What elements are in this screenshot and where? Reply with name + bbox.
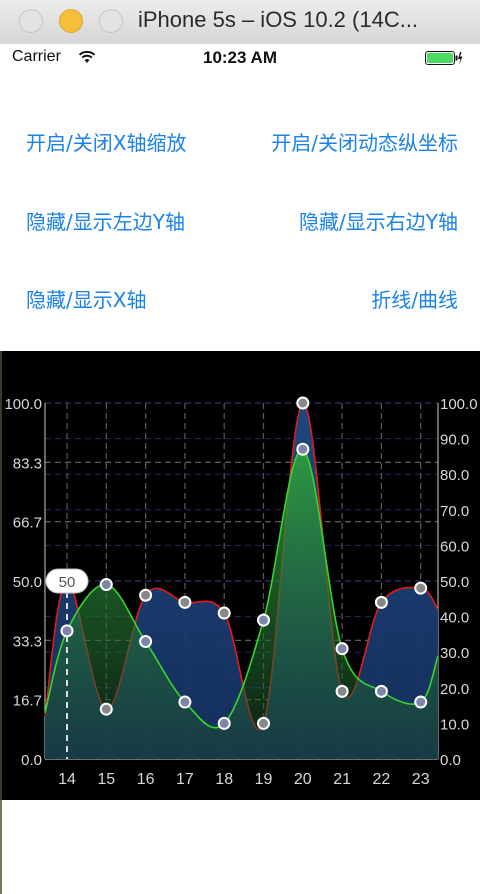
window-close-button[interactable]: [19, 9, 43, 33]
point-center: [219, 718, 229, 728]
point-center: [101, 580, 111, 590]
x-tick-label: 19: [255, 771, 273, 788]
left-edge-strip: [0, 351, 2, 800]
toggle-left-y-axis-button[interactable]: 隐藏/显示左边Y轴: [26, 206, 185, 235]
battery-icon: [425, 51, 463, 65]
status-time: 10:23 AM: [202, 48, 277, 67]
x-tick-label: 16: [137, 771, 155, 788]
right-y-tick-label: 100.0: [440, 396, 478, 413]
x-tick-label: 23: [412, 771, 430, 788]
line-curve-toggle-button[interactable]: 折线/曲线: [371, 284, 458, 313]
point-center: [219, 608, 229, 618]
x-tick-label: 14: [58, 771, 76, 788]
point-center: [62, 626, 72, 636]
chart-container: 100.0 83.3 66.7 50.0 33.3 16.7 0.0 100.0 90.0 80.…: [0, 351, 480, 800]
right-y-tick-label: 50.0: [440, 574, 469, 591]
point-center: [337, 644, 347, 654]
point-center: [101, 704, 111, 714]
point-center: [141, 590, 151, 600]
toggle-x-axis-button[interactable]: 隐藏/显示X轴: [26, 284, 146, 313]
point-center: [376, 597, 386, 607]
point-center: [180, 697, 190, 707]
point-center: [298, 398, 308, 408]
point-center: [298, 444, 308, 454]
left-y-tick-label: 50.0: [13, 574, 42, 591]
window-minimize-button[interactable]: [59, 9, 83, 33]
x-tick-label: 21: [333, 771, 351, 788]
point-center: [337, 686, 347, 696]
right-y-tick-label: 0.0: [440, 752, 461, 769]
status-bar: Carrier 10:23 AM: [0, 44, 480, 72]
point-center: [416, 697, 426, 707]
right-y-tick-label: 20.0: [440, 681, 469, 698]
line-chart[interactable]: 100.0 83.3 66.7 50.0 33.3 16.7 0.0 100.0 90.0 80.…: [0, 351, 480, 800]
point-center: [259, 718, 268, 728]
x-tick-label: 22: [373, 771, 391, 788]
x-tick-label: 15: [97, 771, 115, 788]
value-tooltip-label: 50: [59, 574, 76, 591]
left-y-tick-label: 83.3: [13, 455, 42, 472]
point-center: [376, 686, 386, 696]
point-center: [416, 583, 426, 593]
x-tick-label: 18: [215, 771, 233, 788]
right-y-tick-label: 90.0: [440, 432, 469, 449]
toggle-x-zoom-button[interactable]: 开启/关闭X轴缩放: [26, 127, 186, 156]
point-center: [259, 615, 268, 625]
right-y-tick-label: 10.0: [440, 716, 469, 733]
window-zoom-button[interactable]: [99, 9, 123, 33]
right-y-tick-label: 80.0: [440, 467, 469, 484]
toggle-right-y-axis-button[interactable]: 隐藏/显示右边Y轴: [299, 206, 458, 235]
left-y-tick-label: 0.0: [21, 752, 42, 769]
toggle-dynamic-y-button[interactable]: 开启/关闭动态纵坐标: [271, 127, 458, 156]
right-y-tick-label: 60.0: [440, 538, 469, 555]
left-y-tick-label: 100.0: [4, 396, 42, 413]
point-center: [180, 597, 190, 607]
left-y-tick-label: 16.7: [13, 693, 42, 710]
right-y-tick-label: 70.0: [440, 503, 469, 520]
simulator-titlebar: iPhone 5s – iOS 10.2 (14C...: [0, 0, 480, 45]
x-tick-label: 17: [176, 771, 194, 788]
right-y-tick-label: 30.0: [440, 645, 469, 662]
left-y-tick-label: 33.3: [13, 633, 42, 650]
left-edge-strip-lower: [0, 800, 2, 894]
x-tick-label: 20: [294, 771, 312, 788]
right-y-tick-label: 40.0: [440, 610, 469, 627]
window-title: iPhone 5s – iOS 10.2 (14C...: [138, 7, 419, 32]
point-center: [141, 637, 151, 647]
left-y-tick-label: 66.7: [13, 515, 42, 532]
